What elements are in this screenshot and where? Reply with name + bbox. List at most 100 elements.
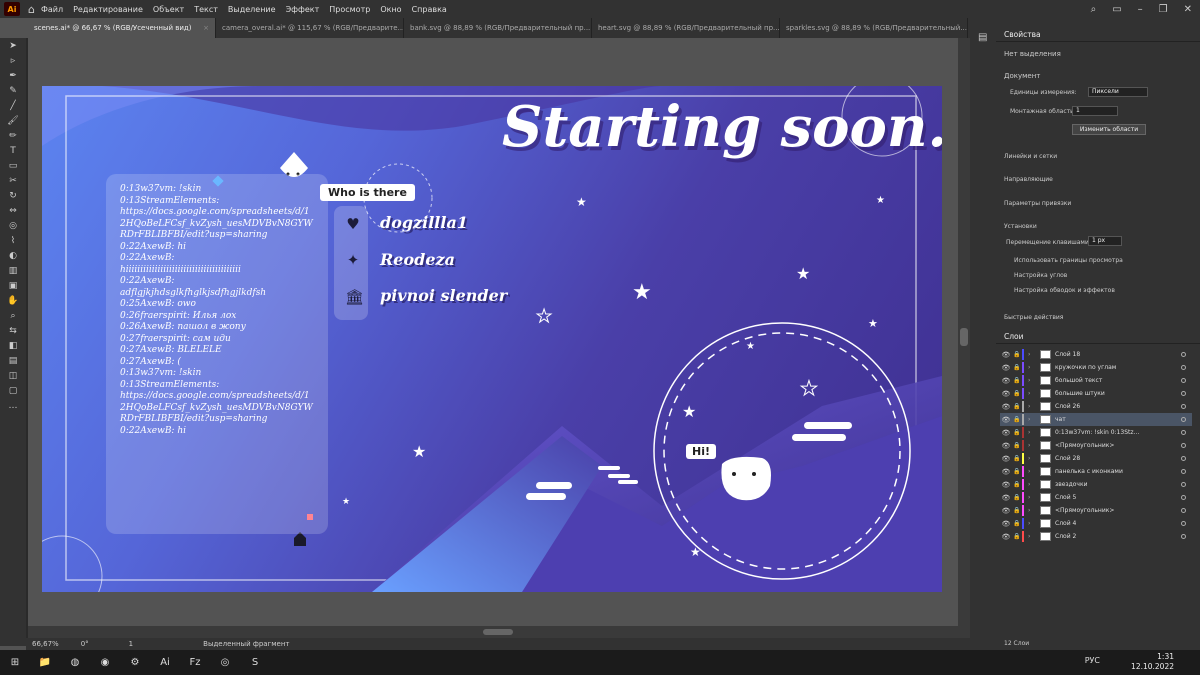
close-icon[interactable]: ×	[203, 24, 209, 32]
windows-start-icon[interactable]: ⊞	[4, 654, 26, 672]
lock-icon[interactable]: 🔒	[1012, 351, 1022, 358]
layer-row[interactable]: 👁 🔒 › чат	[1000, 413, 1192, 426]
tab-sparkles[interactable]: sparkles.svg @ 88,89 % (RGB/Предваритель…	[780, 18, 968, 38]
obs-icon[interactable]: ◎	[214, 654, 236, 672]
lock-icon[interactable]: 🔒	[1012, 403, 1022, 410]
layer-row[interactable]: 👁 🔒 › звездочки	[1000, 478, 1192, 491]
visibility-icon[interactable]: 👁	[1000, 481, 1012, 489]
lock-icon[interactable]: 🔒	[1012, 364, 1022, 371]
menu-help[interactable]: Справка	[412, 5, 447, 14]
expand-arrow-icon[interactable]: ›	[1028, 351, 1036, 358]
target-circle-icon[interactable]	[1181, 378, 1186, 383]
tab-camera[interactable]: camera_overal.ai* @ 115,67 % (RGB/Предва…	[216, 18, 404, 38]
canvas-area[interactable]: Starting soon. 0:13w37vm: !skin 0:13Stre…	[28, 38, 970, 638]
scissors-tool-icon[interactable]: ✂	[0, 173, 26, 188]
lock-icon[interactable]: 🔒	[1012, 429, 1022, 436]
artboard-number[interactable]: 1	[129, 640, 133, 648]
visibility-icon[interactable]: 👁	[1000, 442, 1012, 450]
menu-type[interactable]: Текст	[194, 5, 218, 14]
hand-tool-icon[interactable]: ✋	[0, 293, 26, 308]
selection-tool-icon[interactable]: ➤	[0, 38, 26, 53]
layer-row[interactable]: 👁 🔒 › панелька с иконками	[1000, 465, 1192, 478]
eyedropper-tool-icon[interactable]: ⌇	[0, 233, 26, 248]
visibility-icon[interactable]: 👁	[1000, 416, 1012, 424]
layer-row[interactable]: 👁 🔒 › Слой 18	[1000, 348, 1192, 361]
status-mode[interactable]: Выделенный фрагмент	[203, 640, 289, 648]
layer-row[interactable]: 👁 🔒 › Слой 28	[1000, 452, 1192, 465]
target-circle-icon[interactable]	[1181, 456, 1186, 461]
target-circle-icon[interactable]	[1181, 534, 1186, 539]
direct-selection-tool-icon[interactable]: ▹	[0, 53, 26, 68]
scale-strokes-checkbox[interactable]: Настройка обводок и эффектов	[1014, 287, 1115, 294]
target-circle-icon[interactable]	[1181, 404, 1186, 409]
menu-object[interactable]: Объект	[153, 5, 184, 14]
expand-arrow-icon[interactable]: ›	[1028, 390, 1036, 397]
visibility-icon[interactable]: 👁	[1000, 468, 1012, 476]
tab-bank[interactable]: bank.svg @ 88,89 % (RGB/Предварительный …	[404, 18, 592, 38]
visibility-icon[interactable]: 👁	[1000, 364, 1012, 372]
expand-arrow-icon[interactable]: ›	[1028, 364, 1036, 371]
expand-arrow-icon[interactable]: ›	[1028, 416, 1036, 423]
tab-heart[interactable]: heart.svg @ 88,89 % (RGB/Предварительный…	[592, 18, 780, 38]
lock-icon[interactable]: 🔒	[1012, 468, 1022, 475]
comments-icon[interactable]: ▤	[978, 32, 996, 43]
color-mode-icon[interactable]: ▤	[0, 353, 26, 368]
workspace-icon[interactable]: ▭	[1112, 4, 1121, 15]
units-select[interactable]: Пиксели	[1088, 87, 1148, 97]
artboard[interactable]: Starting soon. 0:13w37vm: !skin 0:13Stre…	[42, 86, 942, 592]
scale-corners-checkbox[interactable]: Настройка углов	[1014, 272, 1067, 279]
horizontal-scrollbar[interactable]	[28, 626, 958, 638]
expand-arrow-icon[interactable]: ›	[1028, 507, 1036, 514]
menu-edit[interactable]: Редактирование	[73, 5, 143, 14]
expand-arrow-icon[interactable]: ›	[1028, 468, 1036, 475]
layer-row[interactable]: 👁 🔒 › 0:13w37vm: !skin 0:13Stz...	[1000, 426, 1192, 439]
menu-window[interactable]: Окно	[380, 5, 401, 14]
swap-colors-icon[interactable]: ⇆	[0, 323, 26, 338]
rotation-angle[interactable]: 0°	[81, 640, 89, 648]
screen-mode-icon[interactable]: ▢	[0, 383, 26, 398]
lock-icon[interactable]: 🔒	[1012, 520, 1022, 527]
target-circle-icon[interactable]	[1181, 430, 1186, 435]
visibility-icon[interactable]: 👁	[1000, 520, 1012, 528]
layer-row[interactable]: 👁 🔒 › большие штуки	[1000, 387, 1192, 400]
fill-stroke-icon[interactable]: ◧	[0, 338, 26, 353]
target-circle-icon[interactable]	[1181, 417, 1186, 422]
lock-icon[interactable]: 🔒	[1012, 442, 1022, 449]
target-circle-icon[interactable]	[1181, 495, 1186, 500]
pencil-tool-icon[interactable]: ✏	[0, 128, 26, 143]
draw-mode-icon[interactable]: ◫	[0, 368, 26, 383]
target-circle-icon[interactable]	[1181, 482, 1186, 487]
line-tool-icon[interactable]: ╱	[0, 98, 26, 113]
lock-icon[interactable]: 🔒	[1012, 455, 1022, 462]
pen-tool-icon[interactable]: ✒	[0, 68, 26, 83]
zoom-tool-icon[interactable]: ⌕	[0, 308, 26, 323]
home-icon[interactable]: ⌂	[28, 3, 35, 16]
scroll-thumb[interactable]	[960, 328, 968, 346]
sublime-icon[interactable]: S	[244, 654, 266, 672]
expand-arrow-icon[interactable]: ›	[1028, 455, 1036, 462]
tab-properties[interactable]: Свойства	[1004, 30, 1041, 39]
taskbar-clock[interactable]: 1:31 12.10.2022	[1131, 652, 1174, 672]
expand-arrow-icon[interactable]: ›	[1028, 520, 1036, 527]
lock-icon[interactable]: 🔒	[1012, 494, 1022, 501]
zoom-level[interactable]: 66,67%	[32, 640, 59, 648]
steam-icon[interactable]: ⚙	[124, 654, 146, 672]
menu-view[interactable]: Просмотр	[329, 5, 370, 14]
expand-arrow-icon[interactable]: ›	[1028, 533, 1036, 540]
tab-layers[interactable]: Слои	[1004, 332, 1024, 341]
expand-arrow-icon[interactable]: ›	[1028, 403, 1036, 410]
file-explorer-icon[interactable]: 📁	[34, 654, 56, 672]
blend-tool-icon[interactable]: ◐	[0, 248, 26, 263]
visibility-icon[interactable]: 👁	[1000, 351, 1012, 359]
expand-arrow-icon[interactable]: ›	[1028, 494, 1036, 501]
lock-icon[interactable]: 🔒	[1012, 416, 1022, 423]
menu-effect[interactable]: Эффект	[286, 5, 320, 14]
target-circle-icon[interactable]	[1181, 508, 1186, 513]
layer-row[interactable]: 👁 🔒 › Слой 5	[1000, 491, 1192, 504]
target-circle-icon[interactable]	[1181, 391, 1186, 396]
filezilla-icon[interactable]: Fz	[184, 654, 206, 672]
visibility-icon[interactable]: 👁	[1000, 390, 1012, 398]
maximize-icon[interactable]: ❐	[1159, 4, 1168, 15]
lock-icon[interactable]: 🔒	[1012, 507, 1022, 514]
edit-artboards-button[interactable]: Изменить области	[1072, 124, 1146, 135]
